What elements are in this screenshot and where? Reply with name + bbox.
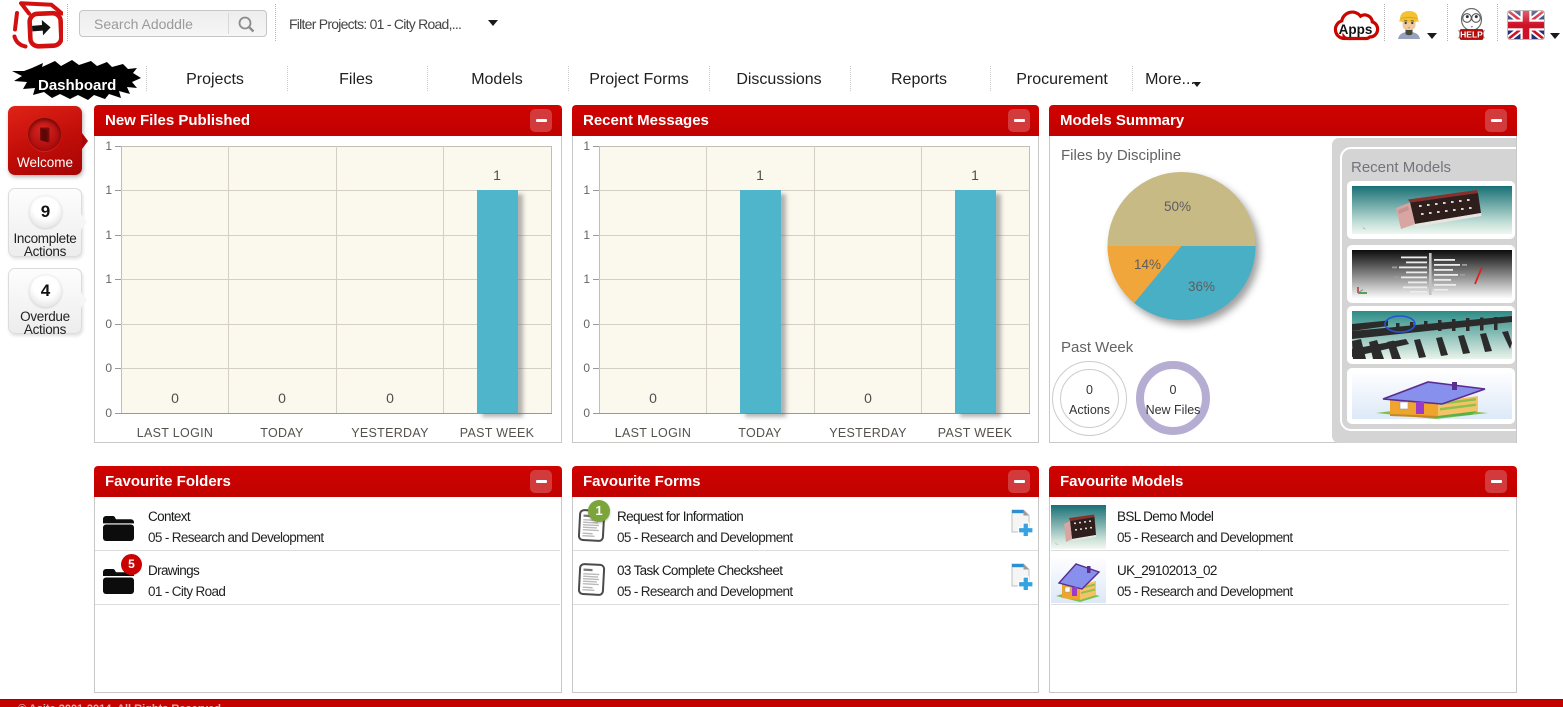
svg-text:Dashboard: Dashboard (38, 77, 116, 94)
svg-text:HELP: HELP (1460, 30, 1483, 40)
svg-text:Apps: Apps (1339, 22, 1373, 37)
